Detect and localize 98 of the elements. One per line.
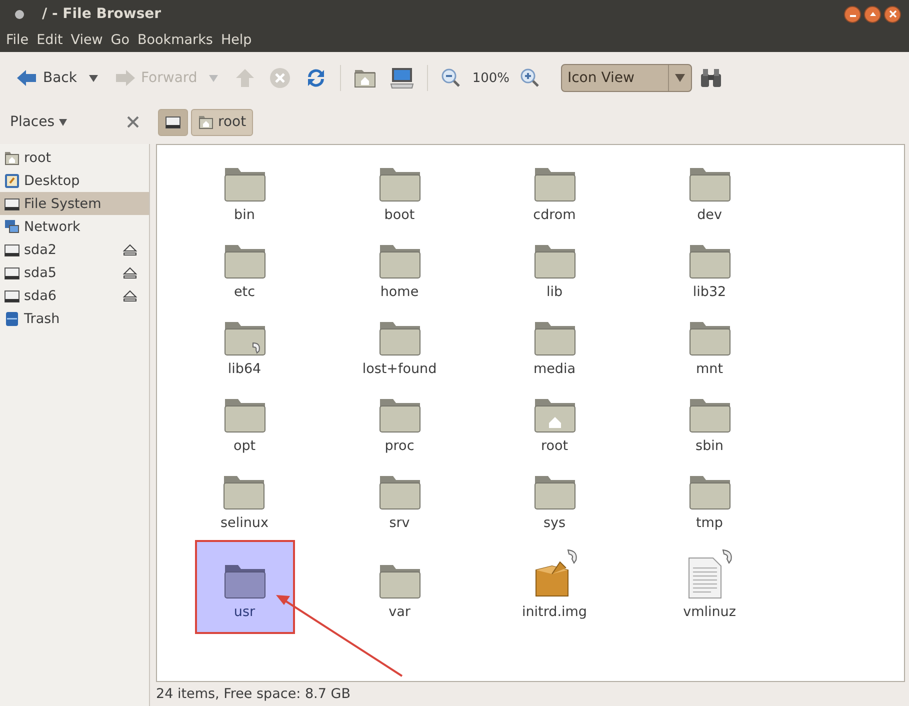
home-folder-icon[interactable] [354, 68, 376, 88]
eject-icon[interactable] [123, 266, 137, 278]
folder-icon [378, 242, 422, 280]
icon-view-item[interactable]: sys [522, 463, 586, 535]
zoom-out-icon[interactable] [441, 68, 462, 88]
drive-icon [4, 288, 20, 304]
folder-icon [532, 242, 576, 280]
sidebar-item[interactable]: sda6 [0, 284, 149, 307]
path-button[interactable] [158, 108, 188, 136]
status-text: 24 items, Free space: 8.7 GB [155, 685, 352, 704]
back-arrow-icon [16, 68, 38, 88]
maximize-icon [868, 10, 876, 18]
close-sidebar-icon[interactable] [126, 115, 140, 129]
icon-view-item[interactable]: lib64 [212, 309, 276, 381]
icon-view-item[interactable]: sbin [678, 386, 742, 458]
window-menu-icon[interactable] [15, 10, 24, 18]
desktop-icon [4, 172, 20, 188]
view-mode-dropdown[interactable]: Icon View [561, 64, 692, 92]
folder-icon [688, 165, 732, 203]
eject-icon[interactable] [123, 290, 137, 302]
forward-arrow-icon [114, 68, 136, 88]
drive-icon [4, 264, 20, 280]
folder-icon [222, 562, 266, 600]
computer-icon[interactable] [390, 67, 414, 89]
icon-view-item[interactable]: etc [212, 232, 276, 304]
home-folder-icon [4, 150, 20, 166]
icon-view-item[interactable]: lost+found [352, 309, 447, 381]
icon-view-item[interactable]: cdrom [522, 155, 586, 227]
drive-icon [4, 196, 20, 212]
zoom-in-icon[interactable] [520, 68, 540, 88]
zoom-level: 100% [472, 70, 510, 86]
folder-icon [688, 319, 732, 357]
menu-item[interactable]: File [2, 32, 33, 48]
icon-view-item[interactable]: srv [368, 463, 432, 535]
sidebar-item[interactable]: Network [0, 215, 149, 238]
path-button[interactable]: root [191, 108, 254, 136]
menu-item[interactable]: Edit [32, 32, 67, 48]
menu-item[interactable]: View [66, 32, 107, 48]
back-history-caret-icon[interactable] [89, 74, 98, 82]
icon-view-item[interactable]: home [368, 232, 432, 304]
icon-view-item[interactable]: dev [678, 155, 742, 227]
sidebar-item[interactable]: File System [0, 192, 149, 215]
folder-icon [532, 165, 576, 203]
back-button[interactable]: Back [10, 64, 83, 92]
close-button[interactable] [884, 6, 901, 22]
menu-item[interactable]: Bookmarks [134, 32, 217, 48]
icon-view-item[interactable]: lib [522, 232, 586, 304]
menu-item[interactable]: Go [106, 32, 134, 48]
icon-view-item[interactable]: initrd.img [512, 540, 597, 624]
caret-icon [675, 74, 686, 82]
icon-view-item[interactable]: bin [212, 155, 276, 227]
folder-icon [222, 319, 266, 357]
close-icon [888, 10, 896, 18]
folder-icon [688, 242, 732, 280]
sidebar-item[interactable]: sda5 [0, 261, 149, 284]
icon-view-item[interactable]: var [368, 540, 432, 624]
folder-icon [688, 473, 732, 511]
sidebar-item[interactable]: root [0, 146, 149, 169]
icon-view-item[interactable]: lib32 [678, 232, 742, 304]
icon-view-item[interactable]: opt [212, 386, 276, 458]
sidebar-item[interactable]: Trash [0, 307, 149, 330]
drive-icon [4, 242, 20, 258]
folder-icon [222, 165, 266, 203]
icon-view-item[interactable]: tmp [678, 463, 742, 535]
folder-icon [222, 473, 266, 511]
folder-icon [222, 396, 266, 434]
folder-icon [378, 319, 422, 357]
trash-icon [4, 310, 20, 326]
icon-view-item[interactable]: proc [368, 386, 432, 458]
sidebar-item[interactable]: Desktop [0, 169, 149, 192]
home-folder-icon [532, 396, 576, 434]
places-dropdown[interactable]: Places [10, 114, 67, 130]
icon-view-item[interactable]: media [522, 309, 586, 381]
window-title: / - File Browser [42, 6, 162, 22]
maximize-button[interactable] [864, 6, 881, 22]
icon-view-item[interactable]: root [522, 386, 586, 458]
folder-icon [532, 473, 576, 511]
drive-icon [165, 114, 181, 130]
eject-icon[interactable] [123, 244, 137, 256]
icon-view-item[interactable]: vmlinuz [673, 540, 746, 624]
icon-view-item[interactable]: boot [368, 155, 432, 227]
network-icon [4, 218, 20, 234]
icon-view-item[interactable]: mnt [678, 309, 742, 381]
binoculars-icon[interactable] [699, 68, 724, 88]
folder-icon [378, 396, 422, 434]
caret-icon [58, 118, 67, 126]
home-folder-icon [198, 114, 214, 130]
folder-icon [378, 562, 422, 600]
folder-icon [532, 319, 576, 357]
folder-icon [688, 396, 732, 434]
menu-item[interactable]: Help [216, 32, 256, 48]
icon-view-item[interactable]: selinux [210, 463, 278, 535]
folder-icon [222, 242, 266, 280]
minimize-button[interactable] [844, 6, 861, 22]
icon-view-item[interactable]: usr [194, 540, 294, 634]
folder-icon [378, 165, 422, 203]
sidebar-item[interactable]: sda2 [0, 238, 149, 261]
folder-icon [378, 473, 422, 511]
